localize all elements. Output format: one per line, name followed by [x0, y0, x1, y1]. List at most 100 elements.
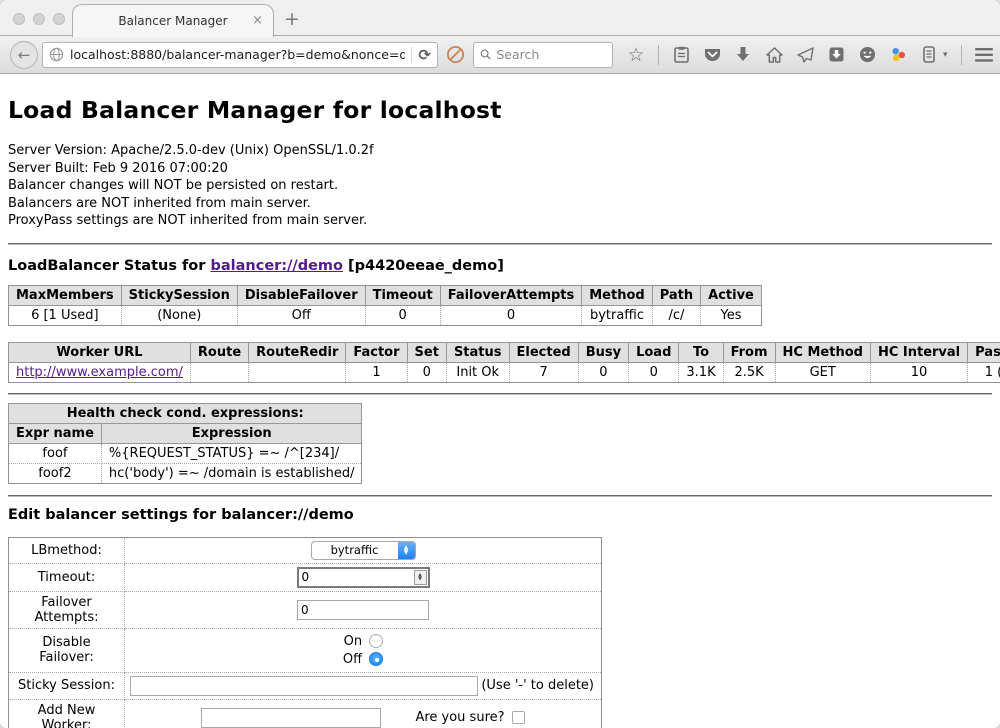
sticky-session-input[interactable] — [130, 676, 478, 696]
col-header: Active — [701, 285, 762, 305]
timeout-value: 0 — [299, 570, 414, 584]
sidebar-panel-icon[interactable] — [920, 46, 938, 64]
lbmethod-selected-value: bytraffic — [312, 543, 398, 557]
worker-row: http://www.example.com/ 1 0 Init Ok 7 0 … — [9, 362, 1000, 382]
bookmark-star-icon[interactable]: ☆ — [627, 46, 645, 64]
cell — [249, 362, 346, 382]
select-arrows-icon: ▲▼ — [398, 541, 415, 560]
downloads-icon[interactable] — [734, 46, 752, 64]
col-header: Elected — [509, 342, 578, 362]
pocket-icon[interactable] — [703, 46, 721, 64]
table-header-row: Worker URL Route RouteRedir Factor Set S… — [9, 342, 1000, 362]
toolbar-divider — [658, 45, 659, 65]
cell: 7 — [509, 362, 578, 382]
col-header: Expression — [101, 423, 362, 443]
radio-on[interactable] — [369, 634, 383, 648]
tab-title: Balancer Manager — [118, 14, 227, 28]
chat-smiley-icon[interactable] — [858, 46, 876, 64]
failover-attempts-input[interactable] — [297, 600, 429, 620]
reload-icon[interactable]: ⟳ — [418, 46, 431, 64]
worker-url-link[interactable]: http://www.example.com/ — [16, 365, 183, 380]
server-version-line: Server Version: Apache/2.5.0-dev (Unix) … — [8, 142, 992, 160]
sticky-session-label: Sticky Session: — [9, 672, 125, 699]
table-header-row: Expr name Expression — [9, 423, 362, 443]
health-table-title: Health check cond. expressions: — [9, 403, 362, 423]
expr-name-cell: foof2 — [9, 463, 102, 483]
table-row: 6 [1 Used] (None) Off 0 0 bytraffic /c/ … — [9, 305, 762, 325]
col-header: HC Method — [775, 342, 870, 362]
balancer-demo-link[interactable]: balancer://demo — [210, 258, 343, 274]
status-heading-prefix: LoadBalancer Status for — [8, 258, 210, 274]
home-icon[interactable] — [765, 46, 783, 64]
col-header: RouteRedir — [249, 342, 346, 362]
cell: /c/ — [652, 305, 700, 325]
timeout-input[interactable]: 0 ▲▼ — [297, 567, 430, 588]
reading-list-icon[interactable] — [672, 46, 690, 64]
download-panel-icon[interactable] — [827, 46, 845, 64]
worker-status-table: Worker URL Route RouteRedir Factor Set S… — [8, 342, 1000, 383]
content-blocked-icon[interactable] — [446, 45, 465, 64]
lbmethod-label: LBmethod: — [9, 537, 125, 563]
form-row-failover: Failover Attempts: — [9, 591, 602, 628]
url-text[interactable]: localhost:8880/balancer-manager?b=demo&n… — [70, 47, 405, 62]
radio-off[interactable] — [369, 652, 383, 666]
url-bar[interactable]: localhost:8880/balancer-manager?b=demo&n… — [42, 42, 438, 68]
col-header: From — [723, 342, 775, 362]
cell: 10 — [870, 362, 967, 382]
expr-row: foof2 hc('body') =~ /domain is establish… — [9, 463, 362, 483]
expression-cell: hc('body') =~ /domain is established/ — [101, 463, 362, 483]
search-bar[interactable] — [473, 42, 613, 68]
server-built-line: Server Built: Feb 9 2016 07:00:20 — [8, 160, 992, 178]
minimize-window-button[interactable] — [33, 13, 45, 25]
expr-name-cell: foof — [9, 443, 102, 463]
number-spinner-icon[interactable]: ▲▼ — [414, 570, 427, 585]
add-worker-input[interactable] — [201, 708, 381, 728]
cell: 0 — [365, 305, 440, 325]
back-button[interactable]: ← — [10, 41, 38, 69]
window-controls[interactable] — [13, 13, 65, 25]
disable-failover-label: Disable Failover: — [9, 628, 125, 672]
section-divider-1 — [8, 243, 992, 245]
col-header: MaxMembers — [9, 285, 122, 305]
cell: 2.5K — [723, 362, 775, 382]
search-input[interactable] — [496, 47, 606, 62]
col-header: StickySession — [121, 285, 237, 305]
form-row-disable-failover: Disable Failover: On Off — [9, 628, 602, 672]
server-info: Server Version: Apache/2.5.0-dev (Unix) … — [8, 142, 992, 230]
cell: Init Ok — [446, 362, 509, 382]
sticky-session-note: (Use '-' to delete) — [481, 678, 596, 693]
toolbar-divider-2 — [961, 45, 962, 65]
share-plane-icon[interactable] — [796, 46, 814, 64]
browser-window: Balancer Manager × + ← localhost:8880/ba… — [0, 0, 1000, 728]
urlbar-divider — [411, 47, 412, 63]
form-row-sticky: Sticky Session: (Use '-' to delete) — [9, 672, 602, 699]
section-divider-2 — [8, 393, 992, 395]
cell — [190, 362, 248, 382]
col-header: DisableFailover — [237, 285, 365, 305]
lbmethod-select[interactable]: bytraffic ▲▼ — [311, 541, 416, 560]
cell: 6 [1 Used] — [9, 305, 122, 325]
col-header: Passes — [968, 342, 1000, 362]
menu-hamburger-icon[interactable] — [975, 46, 993, 64]
cell: GET — [775, 362, 870, 382]
globe-icon — [49, 47, 64, 62]
col-header: Busy — [578, 342, 628, 362]
cell: 0 — [407, 362, 446, 382]
zoom-window-button[interactable] — [53, 13, 65, 25]
col-header: FailoverAttempts — [440, 285, 582, 305]
cell: 1 (0) — [968, 362, 1000, 382]
dropdown-caret-icon[interactable]: ▾ — [943, 50, 948, 60]
col-header: Load — [629, 342, 679, 362]
tab-close-icon[interactable]: × — [252, 13, 263, 28]
form-row-lbmethod: LBmethod: bytraffic ▲▼ — [9, 537, 602, 563]
cell: Off — [237, 305, 365, 325]
are-you-sure-checkbox[interactable] — [512, 711, 525, 724]
new-tab-button[interactable]: + — [284, 8, 300, 30]
tab-balancer-manager[interactable]: Balancer Manager × — [72, 4, 274, 37]
extensions-color-icon[interactable] — [889, 46, 907, 64]
navigation-toolbar: ← localhost:8880/balancer-manager?b=demo… — [0, 36, 1000, 74]
section-divider-3 — [8, 495, 992, 497]
close-window-button[interactable] — [13, 13, 25, 25]
col-header: Worker URL — [9, 342, 191, 362]
radio-on-label: On — [344, 634, 362, 649]
